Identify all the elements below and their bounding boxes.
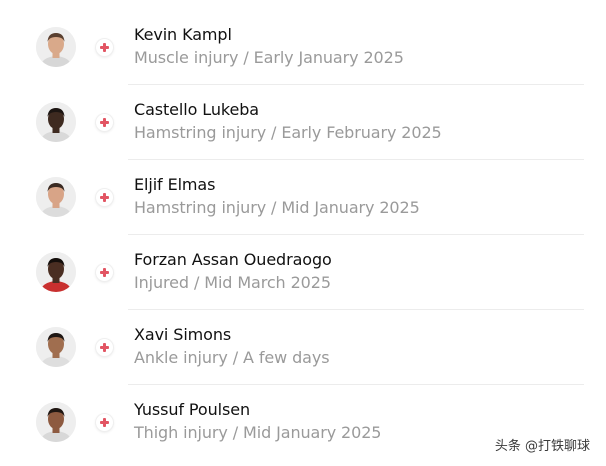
- player-name: Eljif Elmas: [134, 175, 216, 194]
- watermark: 头条 @打铁聊球: [494, 439, 590, 454]
- portrait-image: [36, 327, 76, 367]
- injury-status: Ankle injury / A few days: [134, 348, 330, 367]
- injury-list: Kevin Kampl Muscle injury / Early Januar…: [0, 10, 606, 460]
- player-row[interactable]: Kevin Kampl Muscle injury / Early Januar…: [0, 10, 606, 85]
- player-row[interactable]: Forzan Assan Ouedraogo Injured / Mid Mar…: [0, 235, 606, 310]
- player-avatar: [36, 102, 76, 142]
- injury-status: Hamstring injury / Early February 2025: [134, 123, 442, 142]
- portrait-image: [36, 252, 76, 292]
- injury-status: Muscle injury / Early January 2025: [134, 48, 404, 67]
- player-avatar: [36, 27, 76, 67]
- medical-cross-icon: [96, 39, 113, 56]
- player-avatar: [36, 327, 76, 367]
- player-name: Castello Lukeba: [134, 100, 259, 119]
- portrait-image: [36, 177, 76, 217]
- medical-cross-icon: [96, 114, 113, 131]
- injury-status: Injured / Mid March 2025: [134, 273, 331, 292]
- player-row[interactable]: Xavi Simons Ankle injury / A few days: [0, 310, 606, 385]
- medical-cross-icon: [96, 414, 113, 431]
- player-avatar: [36, 252, 76, 292]
- medical-cross-icon: [96, 189, 113, 206]
- injury-status: Thigh injury / Mid January 2025: [134, 423, 382, 442]
- portrait-image: [36, 402, 76, 442]
- portrait-image: [36, 102, 76, 142]
- player-avatar: [36, 402, 76, 442]
- player-name: Xavi Simons: [134, 325, 232, 344]
- player-name: Kevin Kampl: [134, 25, 232, 44]
- medical-cross-icon: [96, 264, 113, 281]
- player-avatar: [36, 177, 76, 217]
- player-name: Forzan Assan Ouedraogo: [134, 250, 332, 269]
- portrait-image: [36, 27, 76, 67]
- player-row[interactable]: Castello Lukeba Hamstring injury / Early…: [0, 85, 606, 160]
- player-name: Yussuf Poulsen: [134, 400, 250, 419]
- player-row[interactable]: Eljif Elmas Hamstring injury / Mid Janua…: [0, 160, 606, 235]
- injury-status: Hamstring injury / Mid January 2025: [134, 198, 420, 217]
- medical-cross-icon: [96, 339, 113, 356]
